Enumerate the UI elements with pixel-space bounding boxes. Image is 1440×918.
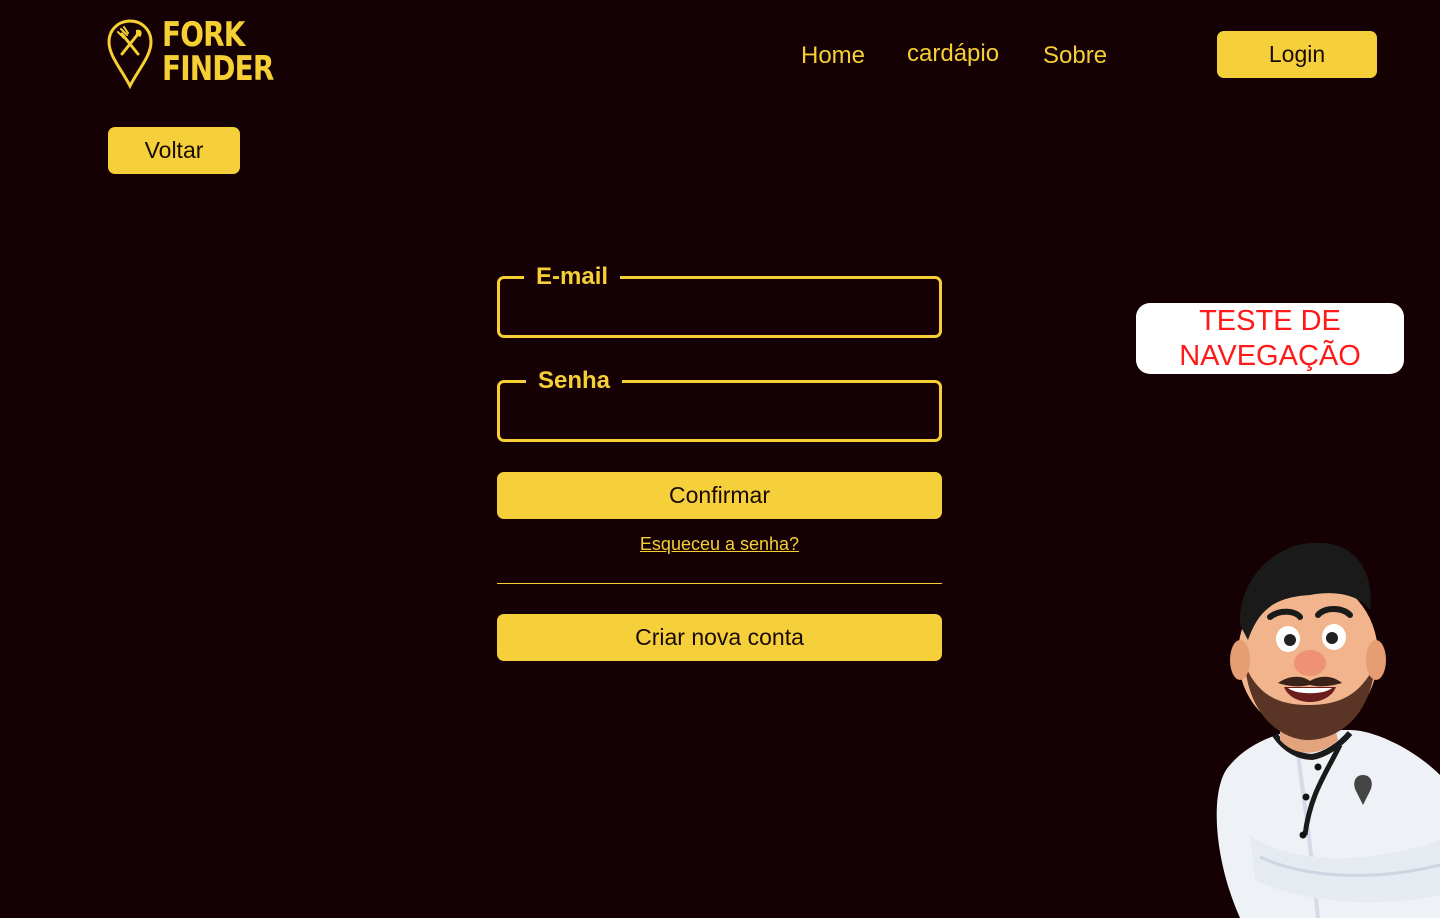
brand-line2: FINDER	[162, 49, 274, 89]
email-label: E-mail	[524, 262, 621, 292]
test-navigation-badge: TESTE DE NAVEGAÇÃO	[1136, 303, 1404, 374]
login-button[interactable]: Login	[1217, 31, 1377, 78]
password-field: Senha	[497, 366, 942, 442]
email-input[interactable]	[512, 293, 931, 325]
badge-line1: TESTE DE	[1199, 305, 1341, 337]
brand-line1: FORK	[162, 15, 245, 55]
nav-home[interactable]: Home	[801, 42, 865, 70]
password-input[interactable]	[512, 397, 931, 429]
create-account-button[interactable]: Criar nova conta	[497, 614, 942, 661]
confirm-button[interactable]: Confirmar	[497, 472, 942, 519]
badge-line2: NAVEGAÇÃO	[1179, 340, 1361, 372]
login-page: FORK FINDER Home cardápio Sobre Login Vo…	[0, 0, 1440, 918]
nav-sobre[interactable]: Sobre	[1043, 42, 1107, 70]
divider	[497, 583, 942, 584]
chef-mascot-illustration	[1216, 542, 1440, 918]
nav-cardapio[interactable]: cardápio	[907, 40, 999, 68]
back-button[interactable]: Voltar	[108, 127, 240, 174]
location-pin-icon	[107, 19, 153, 90]
brand-wordmark: FORK FINDER	[162, 15, 274, 89]
password-label: Senha	[526, 366, 623, 396]
forgot-password-link[interactable]: Esqueceu a senha?	[497, 534, 942, 555]
brand-logo[interactable]: FORK FINDER	[106, 18, 274, 90]
email-field: E-mail	[497, 262, 942, 338]
